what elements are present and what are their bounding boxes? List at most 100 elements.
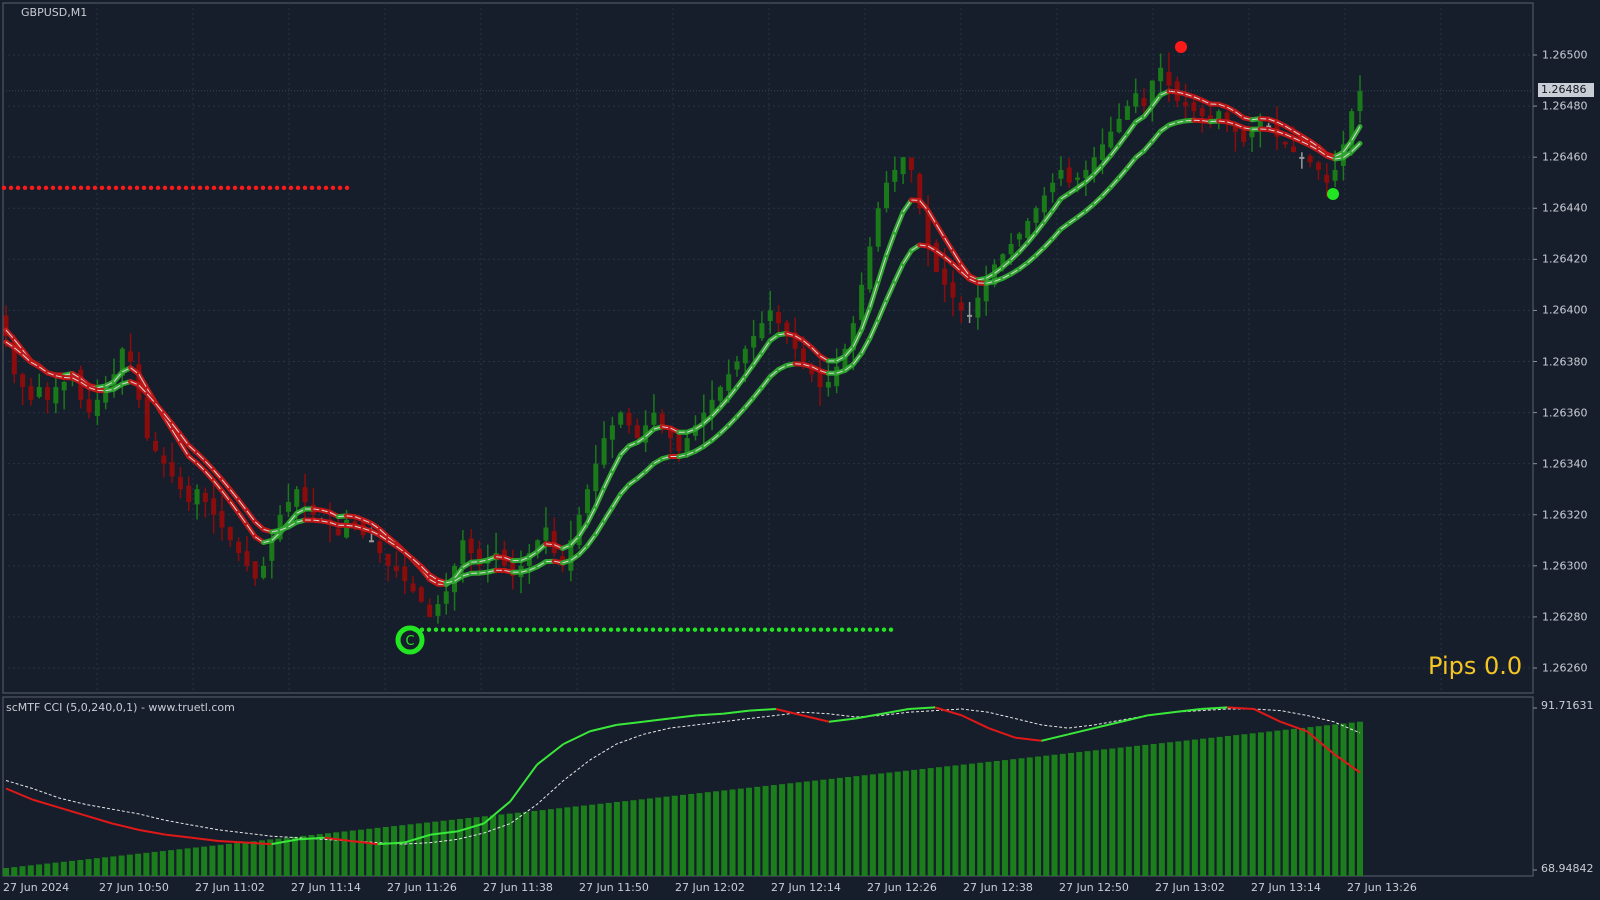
support-dot [797, 627, 803, 632]
candle-body [53, 387, 59, 404]
support-dot [888, 627, 894, 632]
support-dot [538, 627, 544, 632]
cci-histogram-bar [1357, 721, 1363, 876]
support-dot [846, 627, 852, 632]
ma-center-line [886, 232, 896, 256]
cci-histogram-bar [671, 795, 678, 876]
support-dot [461, 627, 467, 632]
candle-body [144, 397, 150, 439]
cci-main-segment [616, 720, 644, 726]
sell-signal-marker [1175, 41, 1187, 53]
cci-main-segment [5, 787, 33, 801]
cci-histogram-bar [110, 856, 117, 876]
resistance-dot [232, 185, 238, 191]
cci-histogram-bar [1315, 726, 1322, 876]
cci-histogram-bar [1257, 732, 1264, 876]
signal-markers: C [395, 41, 1339, 655]
cci-histogram-bar [572, 806, 579, 876]
candle-body [1183, 102, 1189, 107]
support-dot [643, 627, 649, 632]
cci-histogram-bar [44, 863, 51, 876]
price-tick-label: 1.26420 [1542, 252, 1588, 266]
support-dot [720, 627, 726, 632]
cci-histogram-bar [1142, 744, 1149, 876]
resistance-dot [330, 185, 336, 191]
candle-body [651, 412, 657, 425]
candle-body [1124, 106, 1130, 120]
support-dot [867, 627, 873, 632]
candle-body [236, 541, 242, 554]
cci-histogram-bar [52, 862, 59, 876]
cci-histogram-bar [291, 836, 298, 876]
cci-histogram-bar [3, 868, 9, 876]
cci-histogram-bar [457, 818, 464, 876]
cci-histogram-bar [1059, 753, 1066, 876]
candle-body [684, 438, 690, 454]
cci-histogram-bar [1150, 744, 1157, 876]
candle-body [1166, 72, 1172, 86]
candle-body [302, 487, 308, 502]
resistance-dot [260, 185, 266, 191]
candle-body [468, 538, 474, 554]
cci-histogram-bar [853, 776, 860, 876]
cci-histogram-bar [737, 788, 744, 876]
cci-histogram-bar [27, 865, 34, 876]
resistance-dot [113, 185, 119, 191]
resistance-dot [337, 185, 343, 191]
cci-histogram-bar [1299, 727, 1306, 876]
price-chart[interactable]: C [0, 0, 1600, 900]
cci-histogram-bar [69, 860, 76, 876]
price-tick-label: 1.26400 [1542, 303, 1588, 317]
cci-histogram-bar [1175, 741, 1182, 876]
candle-body [593, 463, 599, 492]
trading-chart-window[interactable]: C GBPUSD,M1 Pips 0.0 1.26486 1.26500 1.26… [0, 0, 1600, 900]
candle-body [1191, 102, 1197, 112]
candle-body [28, 386, 34, 400]
support-dot [552, 627, 558, 632]
cci-main-segment [1147, 711, 1175, 717]
cci-main-segment [802, 714, 830, 723]
cci-histogram-bar [77, 859, 84, 876]
candle-body [759, 323, 765, 339]
resistance-dot [120, 185, 126, 191]
time-tick-label: 27 Jun 2024 [3, 881, 70, 894]
time-tick-label: 27 Jun 11:38 [483, 881, 553, 894]
cci-histogram-bar [622, 801, 629, 876]
support-dot [853, 627, 859, 632]
support-dot [426, 627, 432, 632]
cci-histogram-bar [911, 769, 918, 876]
cci-histogram-bar [746, 787, 753, 876]
candle-body [128, 351, 134, 362]
support-dot [517, 627, 523, 632]
cci-histogram-bar [861, 775, 868, 876]
resistance-dot [36, 185, 42, 191]
cci-histogram-bar [1274, 730, 1281, 876]
cci-main-segment [85, 814, 113, 825]
cci-histogram-bar [349, 830, 356, 876]
candles [3, 52, 1363, 624]
support-dot [531, 627, 537, 632]
resistance-dot [274, 185, 280, 191]
candle-body [385, 553, 391, 566]
support-dot [783, 627, 789, 632]
support-dot [671, 627, 677, 632]
candle-body [285, 501, 291, 512]
support-dot [734, 627, 740, 632]
support-dot [790, 627, 796, 632]
candle-body [368, 540, 374, 543]
cci-main-segment [1067, 727, 1095, 736]
price-tick-label: 1.26320 [1542, 508, 1588, 522]
candle-body [1332, 169, 1338, 181]
time-tick-label: 27 Jun 10:50 [99, 881, 169, 894]
price-tick-label: 1.26340 [1542, 457, 1588, 471]
cci-histogram-bar [935, 767, 942, 876]
support-dot [657, 627, 663, 632]
cci-histogram-bar [779, 784, 786, 876]
cci-histogram-bar [828, 778, 835, 876]
cci-histogram-bar [184, 848, 191, 876]
cci-histogram-bar [795, 782, 802, 876]
resistance-dot [225, 185, 231, 191]
candle-body [1299, 156, 1305, 159]
cci-histogram-bar [242, 842, 249, 876]
candle-body [1066, 167, 1072, 183]
